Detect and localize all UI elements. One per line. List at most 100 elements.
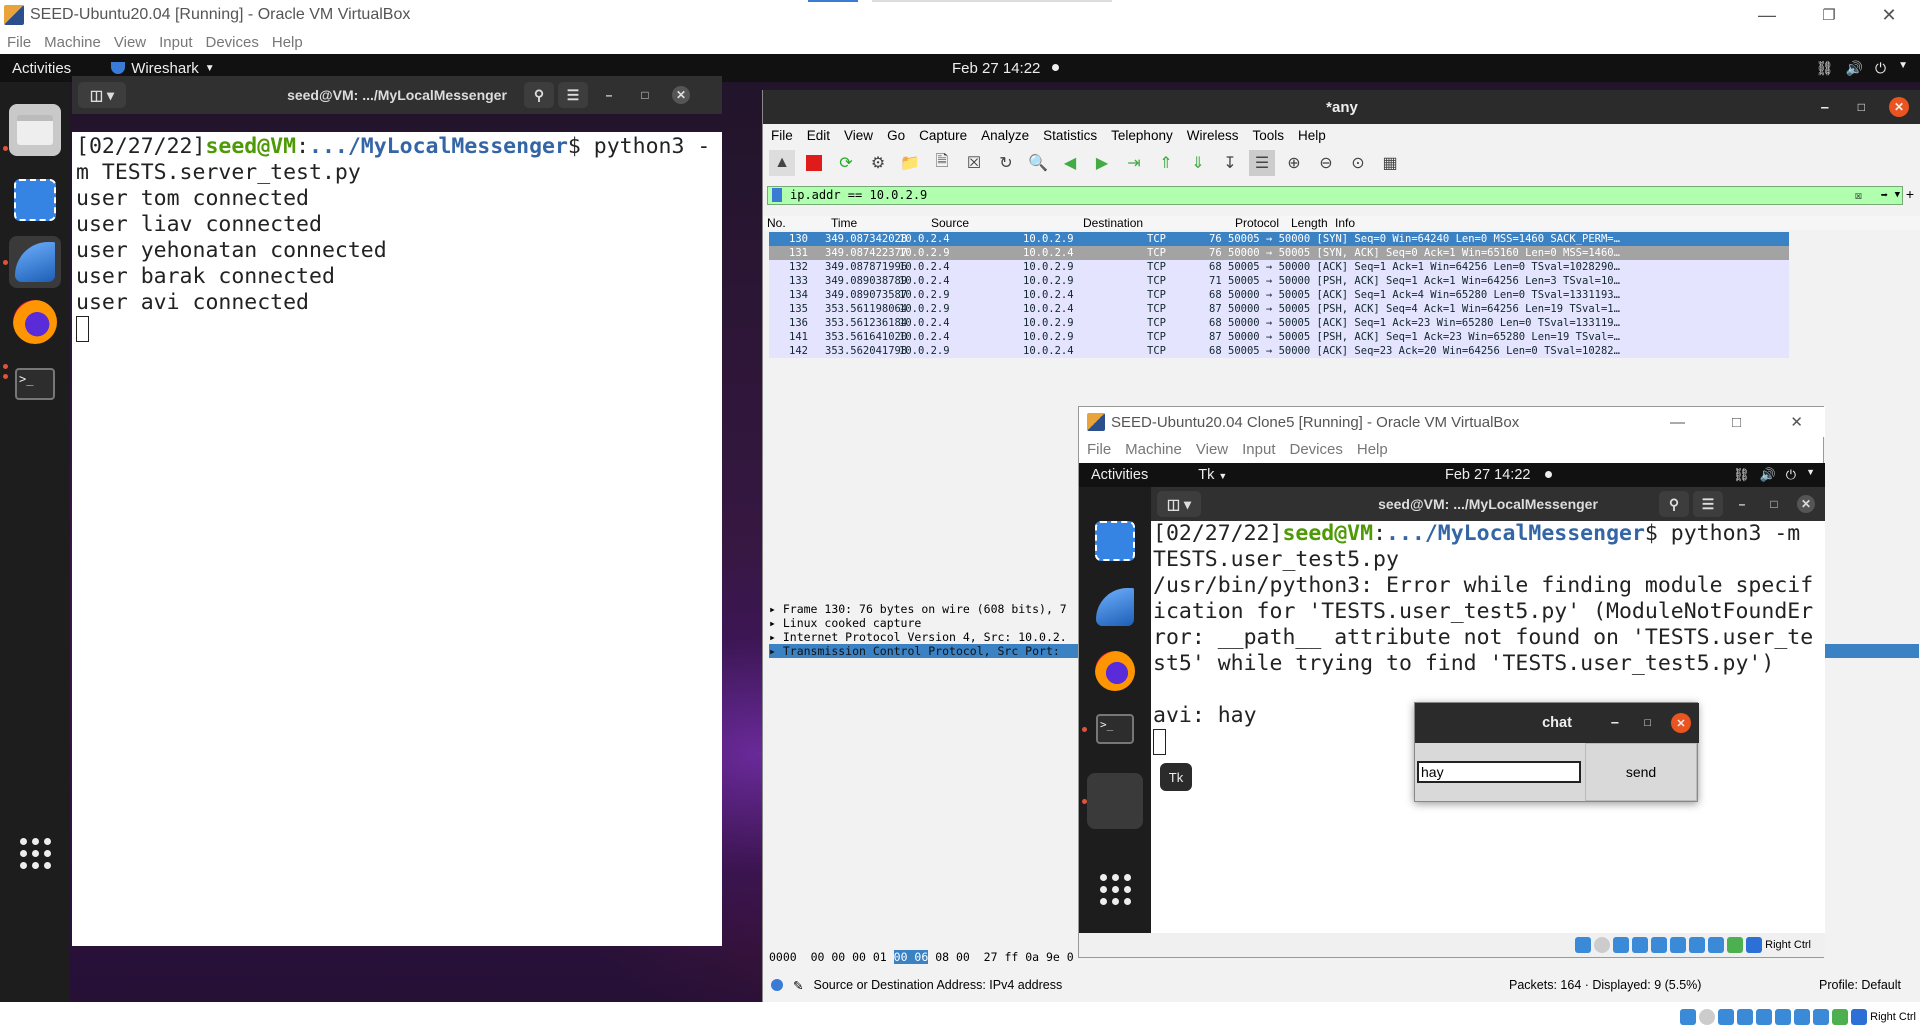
minimize-icon[interactable]: – <box>1733 495 1751 513</box>
menu-file[interactable]: File <box>771 128 793 143</box>
audio-icon[interactable] <box>1613 937 1630 953</box>
screenshot-icon[interactable] <box>1091 517 1139 565</box>
close-file-icon[interactable]: ☒ <box>961 150 987 176</box>
show-apps-icon[interactable] <box>9 827 61 879</box>
hdd-icon[interactable] <box>1575 937 1592 953</box>
message-input[interactable] <box>1417 761 1581 783</box>
last-packet-icon[interactable]: ⇓ <box>1185 150 1211 176</box>
activities-button[interactable]: Activities <box>1091 467 1148 483</box>
edit-comment-icon[interactable]: ✎ <box>793 978 803 993</box>
firefox-icon[interactable] <box>9 296 61 348</box>
packet-row[interactable]: 142 353.562041798 10.0.2.9 10.0.2.4 TCP 68 500… <box>769 344 1789 358</box>
terminal-icon[interactable]: >_ <box>1091 705 1139 753</box>
menu-help[interactable]: Help <box>1298 128 1326 143</box>
wireshark-icon[interactable] <box>9 236 61 288</box>
menu-telephony[interactable]: Telephony <box>1111 128 1173 143</box>
network-icon[interactable] <box>1632 937 1649 953</box>
maximize-icon[interactable]: □ <box>1732 414 1741 431</box>
add-filter-button[interactable]: + <box>1906 186 1914 202</box>
hamburger-menu-icon[interactable]: ☰ <box>1693 491 1723 517</box>
menu-view[interactable]: View <box>1196 441 1228 458</box>
first-packet-icon[interactable]: ⇑ <box>1153 150 1179 176</box>
terminal-output[interactable]: [02/27/22]seed@VM:.../MyLocalMessenger$ … <box>72 132 722 946</box>
display-filter-input[interactable]: ip.addr == 10.0.2.9 ☒ ➡ ▼ <box>767 186 1903 205</box>
tk-app-icon[interactable] <box>1087 773 1143 829</box>
clear-filter-icon[interactable]: ☒ <box>1855 187 1862 204</box>
recording-icon[interactable] <box>1813 1009 1830 1025</box>
menu-machine[interactable]: Machine <box>44 34 101 51</box>
clock[interactable]: Feb 27 14:22 <box>1445 467 1530 483</box>
menu-analyze[interactable]: Analyze <box>981 128 1029 143</box>
col-destination[interactable]: Destination <box>1083 216 1143 230</box>
menu-input[interactable]: Input <box>159 34 192 51</box>
menu-edit[interactable]: Edit <box>807 128 830 143</box>
menu-view[interactable]: View <box>844 128 873 143</box>
apply-filter-icon[interactable]: ➡ <box>1881 187 1888 204</box>
menu-go[interactable]: Go <box>887 128 905 143</box>
menu-machine[interactable]: Machine <box>1125 441 1182 458</box>
go-forward-icon[interactable]: ▶ <box>1089 150 1115 176</box>
menu-view[interactable]: View <box>114 34 146 51</box>
menu-file[interactable]: File <box>7 34 31 51</box>
network-icon[interactable] <box>1737 1009 1754 1025</box>
minimize-icon[interactable]: – <box>600 86 618 104</box>
save-file-icon[interactable]: 🗎 <box>929 150 955 176</box>
mouse-icon[interactable] <box>1746 937 1763 953</box>
normal-size-icon[interactable]: ⊙ <box>1345 150 1371 176</box>
cpu-icon[interactable] <box>1832 1009 1849 1025</box>
menu-devices[interactable]: Devices <box>206 34 259 51</box>
status-profile[interactable]: Profile: Default <box>1819 978 1901 992</box>
hdd-icon[interactable] <box>1680 1009 1697 1025</box>
hamburger-menu-icon[interactable]: ☰ <box>558 82 588 108</box>
packet-row[interactable]: 135 353.561198064 10.0.2.9 10.0.2.4 TCP 87 500… <box>769 302 1789 316</box>
maximize-icon[interactable]: □ <box>1858 100 1865 114</box>
packet-row[interactable]: 141 353.561641020 10.0.2.4 10.0.2.9 TCP 87 500… <box>769 330 1789 344</box>
activities-button[interactable]: Activities <box>12 60 71 77</box>
restore-icon[interactable]: ❐ <box>1800 0 1858 30</box>
terminal-icon[interactable]: >_ <box>9 358 61 410</box>
reload-file-icon[interactable]: ↻ <box>993 150 1019 176</box>
packet-row[interactable]: 131 349.087422377 10.0.2.9 10.0.2.4 TCP 76 500… <box>769 246 1789 260</box>
usb-icon[interactable] <box>1756 1009 1773 1025</box>
system-tray[interactable]: ⛓ 🔊 ⏻ ▼ <box>1816 60 1908 77</box>
search-icon[interactable]: ⚲ <box>1659 491 1689 517</box>
menu-tools[interactable]: Tools <box>1252 128 1284 143</box>
zoom-out-icon[interactable]: ⊖ <box>1313 150 1339 176</box>
optical-icon[interactable] <box>1594 937 1611 953</box>
show-apps-icon[interactable] <box>1091 865 1139 913</box>
new-tab-button[interactable]: ◫ ▾ <box>78 82 126 108</box>
colorize-icon[interactable]: ☰ <box>1249 150 1275 176</box>
col-length[interactable]: Length <box>1291 216 1328 230</box>
app-menu[interactable]: Tk ▼ <box>1198 467 1227 483</box>
capture-options-icon[interactable]: ⚙ <box>865 150 891 176</box>
go-to-packet-icon[interactable]: ⇥ <box>1121 150 1147 176</box>
col-time[interactable]: Time <box>831 216 857 230</box>
go-back-icon[interactable]: ◀ <box>1057 150 1083 176</box>
shared-folder-icon[interactable] <box>1775 1009 1792 1025</box>
col-source[interactable]: Source <box>931 216 969 230</box>
close-icon[interactable]: ✕ <box>1797 495 1815 513</box>
chevron-down-icon[interactable]: ▼ <box>1895 187 1900 204</box>
open-file-icon[interactable]: 📁 <box>897 150 923 176</box>
minimize-icon[interactable]: – <box>1611 715 1619 731</box>
mouse-icon[interactable] <box>1851 1009 1868 1025</box>
close-icon[interactable]: ✕ <box>672 86 690 104</box>
files-icon[interactable] <box>9 104 61 156</box>
find-packet-icon[interactable]: 🔍 <box>1025 150 1051 176</box>
cpu-icon[interactable] <box>1727 937 1744 953</box>
packet-row[interactable]: 130 349.087342028 10.0.2.4 10.0.2.9 TCP 76 500… <box>769 232 1789 246</box>
minimize-icon[interactable]: — <box>1670 414 1685 431</box>
firefox-icon[interactable] <box>1091 647 1139 695</box>
packet-row[interactable]: 134 349.089073587 10.0.2.9 10.0.2.4 TCP 68 500… <box>769 288 1789 302</box>
shared-folder-icon[interactable] <box>1670 937 1687 953</box>
close-icon[interactable]: ✕ <box>1860 0 1918 30</box>
menu-input[interactable]: Input <box>1242 441 1275 458</box>
system-tray[interactable]: ⛓ 🔊 ⏻ ▼ <box>1733 467 1815 483</box>
minimize-icon[interactable]: – <box>1821 99 1829 116</box>
send-button[interactable]: send <box>1585 743 1697 801</box>
menu-statistics[interactable]: Statistics <box>1043 128 1097 143</box>
resize-columns-icon[interactable]: ▦ <box>1377 150 1403 176</box>
zoom-in-icon[interactable]: ⊕ <box>1281 150 1307 176</box>
maximize-icon[interactable]: □ <box>636 86 654 104</box>
col-protocol[interactable]: Protocol <box>1235 216 1279 230</box>
